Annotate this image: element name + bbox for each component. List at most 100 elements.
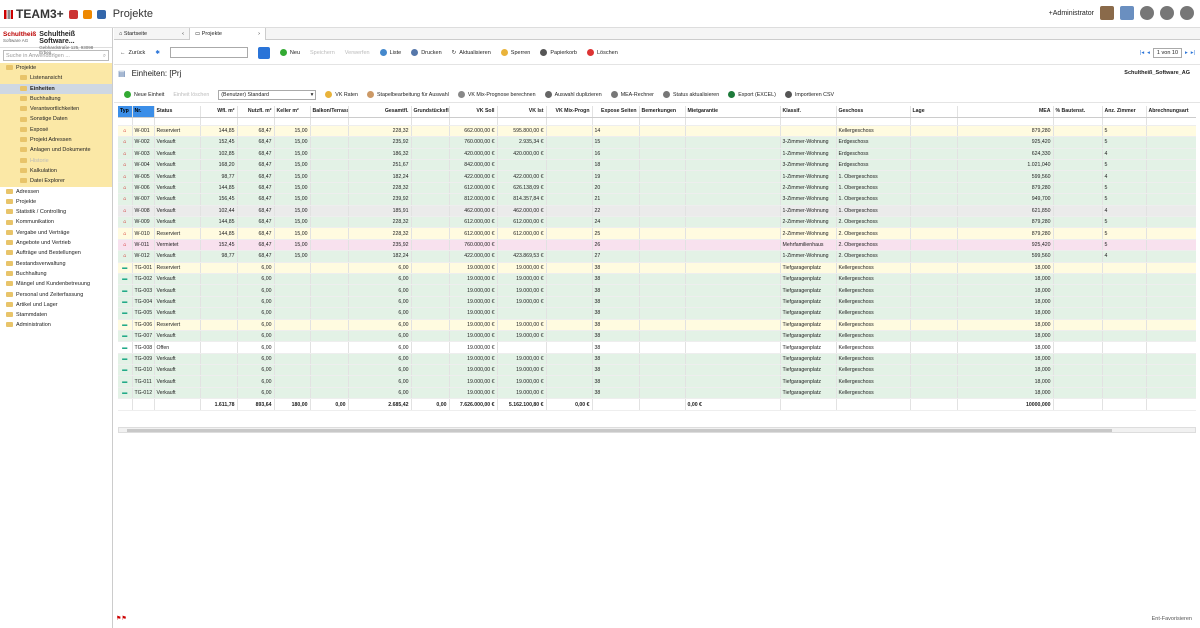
table-cell[interactable]: 760.000,00 € (449, 239, 498, 252)
table-cell[interactable] (411, 170, 450, 183)
table-cell[interactable]: 19.000,00 € (449, 387, 498, 400)
export-excel-button[interactable]: Export (EXCEL) (728, 91, 776, 98)
table-cell[interactable]: 599,560 (957, 250, 1054, 263)
table-cell[interactable] (1146, 375, 1196, 388)
table-cell[interactable] (685, 239, 781, 252)
table-cell[interactable] (546, 284, 593, 297)
table-cell[interactable] (639, 330, 686, 343)
table-cell[interactable] (1053, 250, 1103, 263)
table-cell[interactable]: 6,00 (348, 284, 412, 297)
tab-projekte[interactable]: ▭ Projekte › (190, 28, 266, 40)
table-cell[interactable]: TG-006 (132, 319, 155, 331)
table-cell[interactable] (310, 227, 349, 240)
tree-module-12[interactable]: Stammdaten (0, 310, 112, 320)
view-select[interactable]: (Benutzer) Standard ▾ (218, 89, 317, 100)
pager-value[interactable]: 1 von 10 (1152, 47, 1183, 58)
table-cell[interactable]: TG-011 (132, 375, 155, 388)
table-row[interactable]: ⌂ W-009 Verkauft 144,85 68,47 15,00 228,32 612.… (118, 216, 1196, 229)
table-cell[interactable]: Kellergeschoss (836, 125, 911, 138)
table-cell[interactable] (310, 182, 349, 195)
table-cell[interactable]: 6,00 (237, 296, 275, 309)
column-header[interactable]: Gesamtfl. (348, 106, 412, 118)
table-cell[interactable] (1146, 284, 1196, 297)
table-cell[interactable] (639, 341, 686, 354)
table-cell[interactable]: 186,32 (348, 148, 412, 161)
table-cell[interactable] (639, 239, 686, 252)
table-cell[interactable] (910, 296, 958, 309)
table-row[interactable]: ▬ TG-009 Verkauft 6,00 6,00 19.000,00 €19.000… (118, 353, 1196, 366)
table-cell[interactable] (685, 341, 781, 354)
table-cell[interactable] (310, 148, 349, 161)
table-cell[interactable] (310, 296, 349, 309)
table-cell[interactable] (411, 250, 450, 263)
table-cell[interactable] (1146, 273, 1196, 286)
table-cell[interactable] (411, 364, 450, 377)
tab-startseite[interactable]: ⌂ Startseite ‹ (114, 28, 190, 40)
table-cell[interactable]: 15,00 (274, 125, 311, 138)
table-cell[interactable]: Kellergeschoss (836, 387, 911, 400)
table-cell[interactable]: 624,330 (957, 148, 1054, 161)
filter-cell[interactable] (957, 117, 1054, 126)
table-cell[interactable] (1146, 353, 1196, 366)
discard-button[interactable]: Verwerfen (345, 50, 370, 56)
table-cell[interactable] (1102, 296, 1147, 309)
table-cell[interactable]: 19.000,00 € (449, 341, 498, 354)
table-cell[interactable]: 38 (592, 387, 640, 400)
table-cell[interactable] (546, 159, 593, 172)
table-cell[interactable] (1053, 296, 1103, 309)
table-cell[interactable] (1146, 296, 1196, 309)
notes-icon[interactable] (1120, 6, 1134, 20)
table-cell[interactable]: Tiefgaragenplatz (780, 273, 837, 286)
table-cell[interactable]: 15,00 (274, 227, 311, 240)
table-cell[interactable]: 228,32 (348, 227, 412, 240)
favorite-star-icon[interactable]: ✱ (155, 50, 160, 56)
table-row[interactable]: ⌂ W-003 Verkauft 102,85 68,47 15,00 186,32 420.… (118, 148, 1196, 161)
table-cell[interactable] (685, 375, 781, 388)
table-row[interactable]: ⌂ W-002 Verkauft 152,45 68,47 15,00 235,92 760.… (118, 136, 1196, 149)
table-cell[interactable] (546, 205, 593, 218)
table-row[interactable]: ▬ TG-010 Verkauft 6,00 6,00 19.000,00 €19.000… (118, 364, 1196, 377)
table-cell[interactable] (200, 262, 238, 274)
table-cell[interactable] (274, 319, 311, 331)
table-cell[interactable]: Kellergeschoss (836, 296, 911, 309)
filter-cell[interactable] (132, 117, 155, 126)
table-cell[interactable]: 68,47 (237, 216, 275, 229)
table-cell[interactable] (685, 296, 781, 309)
globe-icon[interactable] (1140, 6, 1154, 20)
table-cell[interactable]: 19.000,00 € (449, 262, 498, 274)
table-row[interactable]: ▬ TG-006 Reserviert 6,00 6,00 19.000,00 €19.0… (118, 319, 1196, 331)
filter-cell[interactable] (639, 117, 686, 126)
table-cell[interactable] (1102, 307, 1147, 320)
delete-button[interactable]: Löschen (586, 49, 618, 56)
table-cell[interactable]: 925,420 (957, 136, 1054, 149)
avatar[interactable] (1100, 6, 1114, 20)
table-cell[interactable] (310, 250, 349, 263)
table-cell[interactable] (685, 227, 781, 240)
table-cell[interactable] (1053, 353, 1103, 366)
table-cell[interactable] (910, 364, 958, 377)
table-cell[interactable]: Tiefgaragenplatz (780, 262, 837, 274)
table-cell[interactable]: 462.000,00 € (497, 205, 547, 218)
table-cell[interactable] (200, 364, 238, 377)
table-cell[interactable]: 102,44 (200, 205, 238, 218)
table-cell[interactable] (546, 125, 593, 138)
table-cell[interactable]: Mehrfamilienhaus (780, 239, 837, 252)
table-cell[interactable]: 38 (592, 262, 640, 274)
quick-icon-2[interactable] (82, 9, 92, 19)
table-cell[interactable]: 239,92 (348, 193, 412, 206)
table-cell[interactable]: 15,00 (274, 250, 311, 263)
table-cell[interactable] (910, 307, 958, 320)
table-cell[interactable]: 18,000 (957, 284, 1054, 297)
table-cell[interactable]: 182,24 (348, 170, 412, 183)
table-cell[interactable]: 19.000,00 € (497, 330, 547, 343)
table-cell[interactable]: 4 (1102, 250, 1147, 263)
table-cell[interactable]: 18,000 (957, 387, 1054, 400)
table-cell[interactable]: 925,420 (957, 239, 1054, 252)
table-cell[interactable] (639, 159, 686, 172)
tree-subitem-3[interactable]: Verantwortlichkeiten (0, 104, 112, 115)
table-cell[interactable]: 102,85 (200, 148, 238, 161)
table-row[interactable]: ▬ TG-002 Verkauft 6,00 6,00 19.000,00 €19.000… (118, 273, 1196, 286)
table-cell[interactable]: 2. Obergeschoss (836, 216, 911, 229)
table-cell[interactable]: 5 (1102, 125, 1147, 138)
table-cell[interactable] (1146, 307, 1196, 320)
